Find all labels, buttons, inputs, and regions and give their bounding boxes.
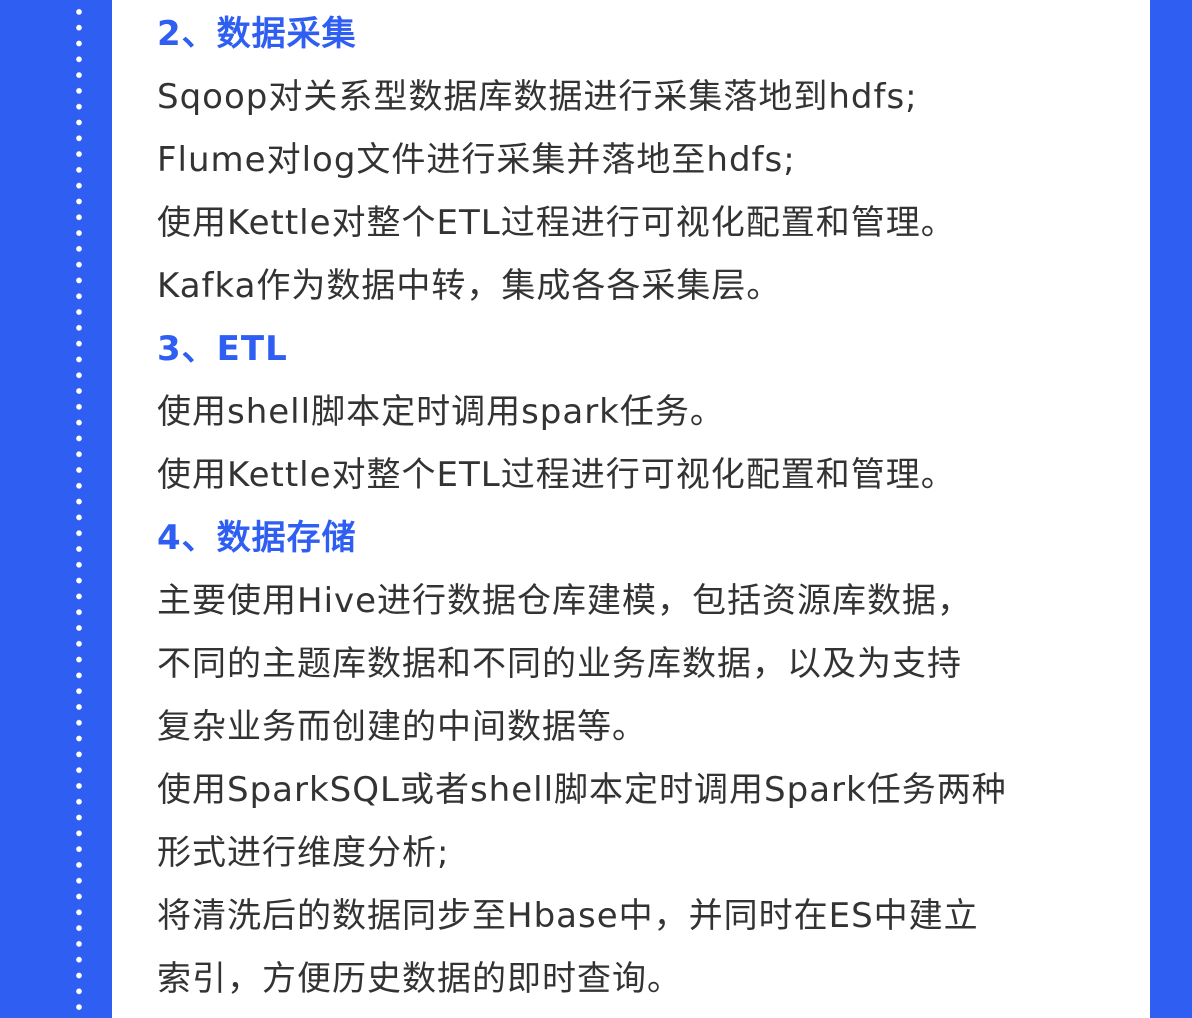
paragraph-line: 复杂业务而创建的中间数据等。	[157, 707, 647, 747]
left-decorative-band	[0, 0, 112, 1018]
section-heading-etl: 3、ETL	[157, 329, 288, 369]
article-content: 2、数据采集 Sqoop对关系型数据库数据进行采集落地到hdfs; Flume对…	[157, 3, 1137, 1011]
paragraph-line: 形式进行维度分析;	[157, 833, 450, 873]
paragraph-line: 将清洗后的数据同步至Hbase中，并同时在ES中建立	[157, 896, 979, 936]
paragraph-line: 使用shell脚本定时调用spark任务。	[157, 392, 725, 432]
section-heading-data-collection: 2、数据采集	[157, 14, 357, 54]
paragraph-line: 使用SparkSQL或者shell脚本定时调用Spark任务两种	[157, 770, 1007, 810]
paragraph-line: Flume对log文件进行采集并落地至hdfs;	[157, 140, 796, 180]
paragraph-line: 主要使用Hive进行数据仓库建模，包括资源库数据，	[157, 581, 973, 621]
paragraph-line: 使用Kettle对整个ETL过程进行可视化配置和管理。	[157, 455, 956, 495]
right-decorative-band	[1150, 0, 1192, 1018]
paragraph-line: Sqoop对关系型数据库数据进行采集落地到hdfs;	[157, 77, 918, 117]
paragraph-line: Kafka作为数据中转，集成各各采集层。	[157, 266, 782, 306]
paragraph-line: 索引，方便历史数据的即时查询。	[157, 959, 682, 999]
paragraph-line: 不同的主题库数据和不同的业务库数据，以及为支持	[157, 644, 962, 684]
section-heading-data-storage: 4、数据存储	[157, 518, 357, 558]
dotted-divider	[72, 4, 86, 1014]
paragraph-line: 使用Kettle对整个ETL过程进行可视化配置和管理。	[157, 203, 956, 243]
